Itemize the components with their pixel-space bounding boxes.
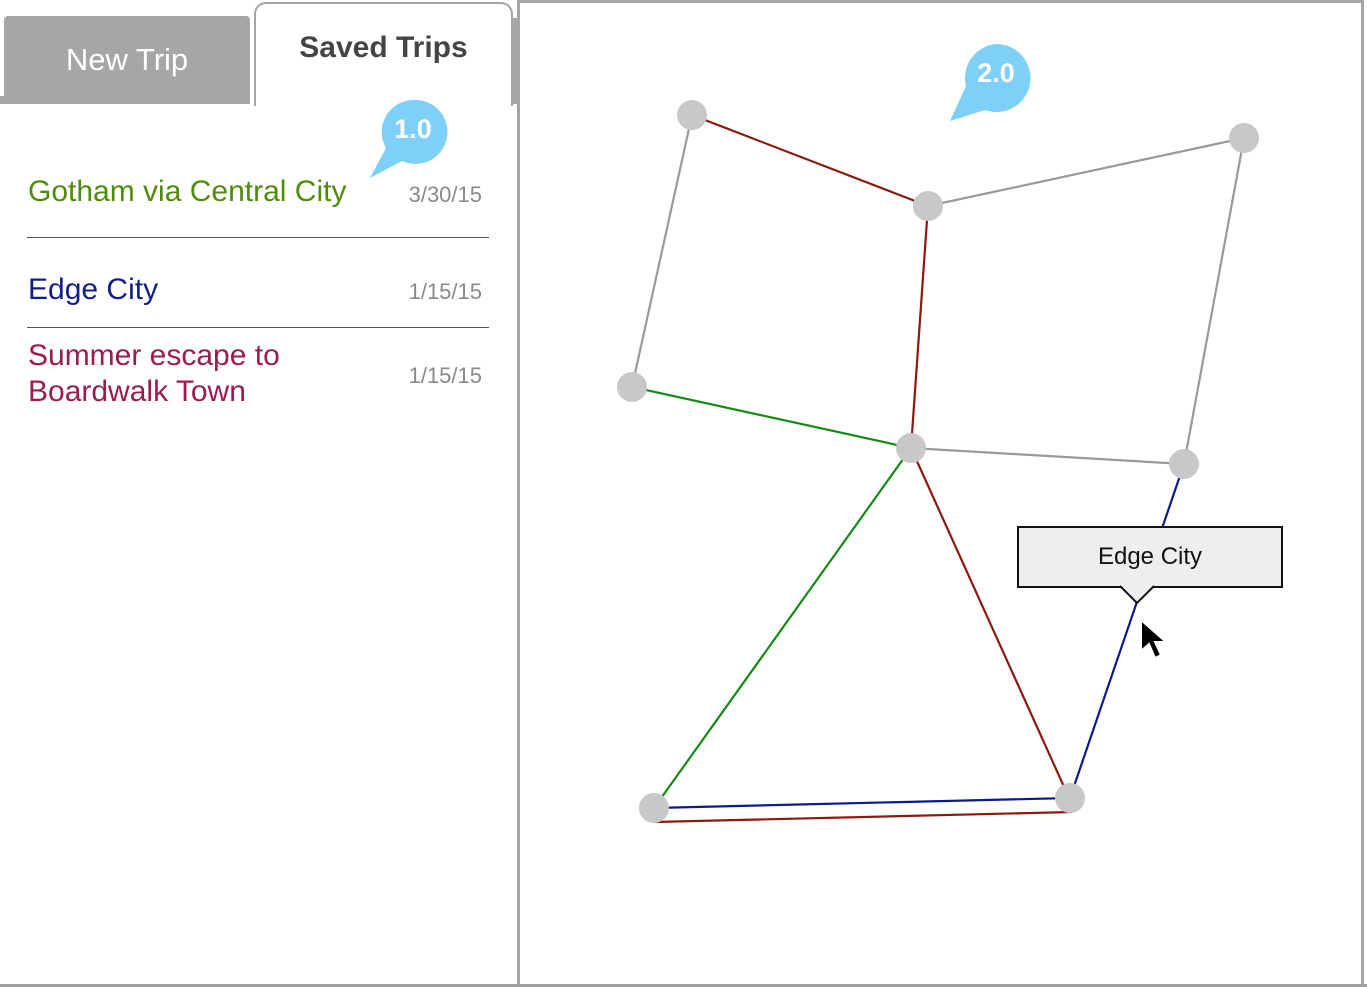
route-tooltip: Edge City [1017,526,1283,588]
map-node[interactable] [677,100,707,130]
route-segment [653,447,912,809]
mouse-cursor-icon [1140,618,1169,660]
route-segment [631,385,912,450]
route-map[interactable] [0,0,1367,987]
route-segment [1182,137,1246,465]
route-segment [653,796,1071,810]
route-segment [909,447,1072,801]
route-segment [630,114,694,388]
route-segment [927,136,1245,208]
route-segment [910,446,1185,466]
map-node[interactable] [617,372,647,402]
tooltip-pointer [1120,585,1155,605]
map-node[interactable] [1229,123,1259,153]
map-node[interactable] [913,191,943,221]
route-segment [653,810,1073,824]
annotation-label: 2.0 [977,58,1015,88]
map-node[interactable] [1055,783,1085,813]
route-segment [909,205,930,449]
route-segment [691,113,929,208]
map-node[interactable] [639,793,669,823]
map-node[interactable] [896,433,926,463]
map-node[interactable] [1169,449,1199,479]
